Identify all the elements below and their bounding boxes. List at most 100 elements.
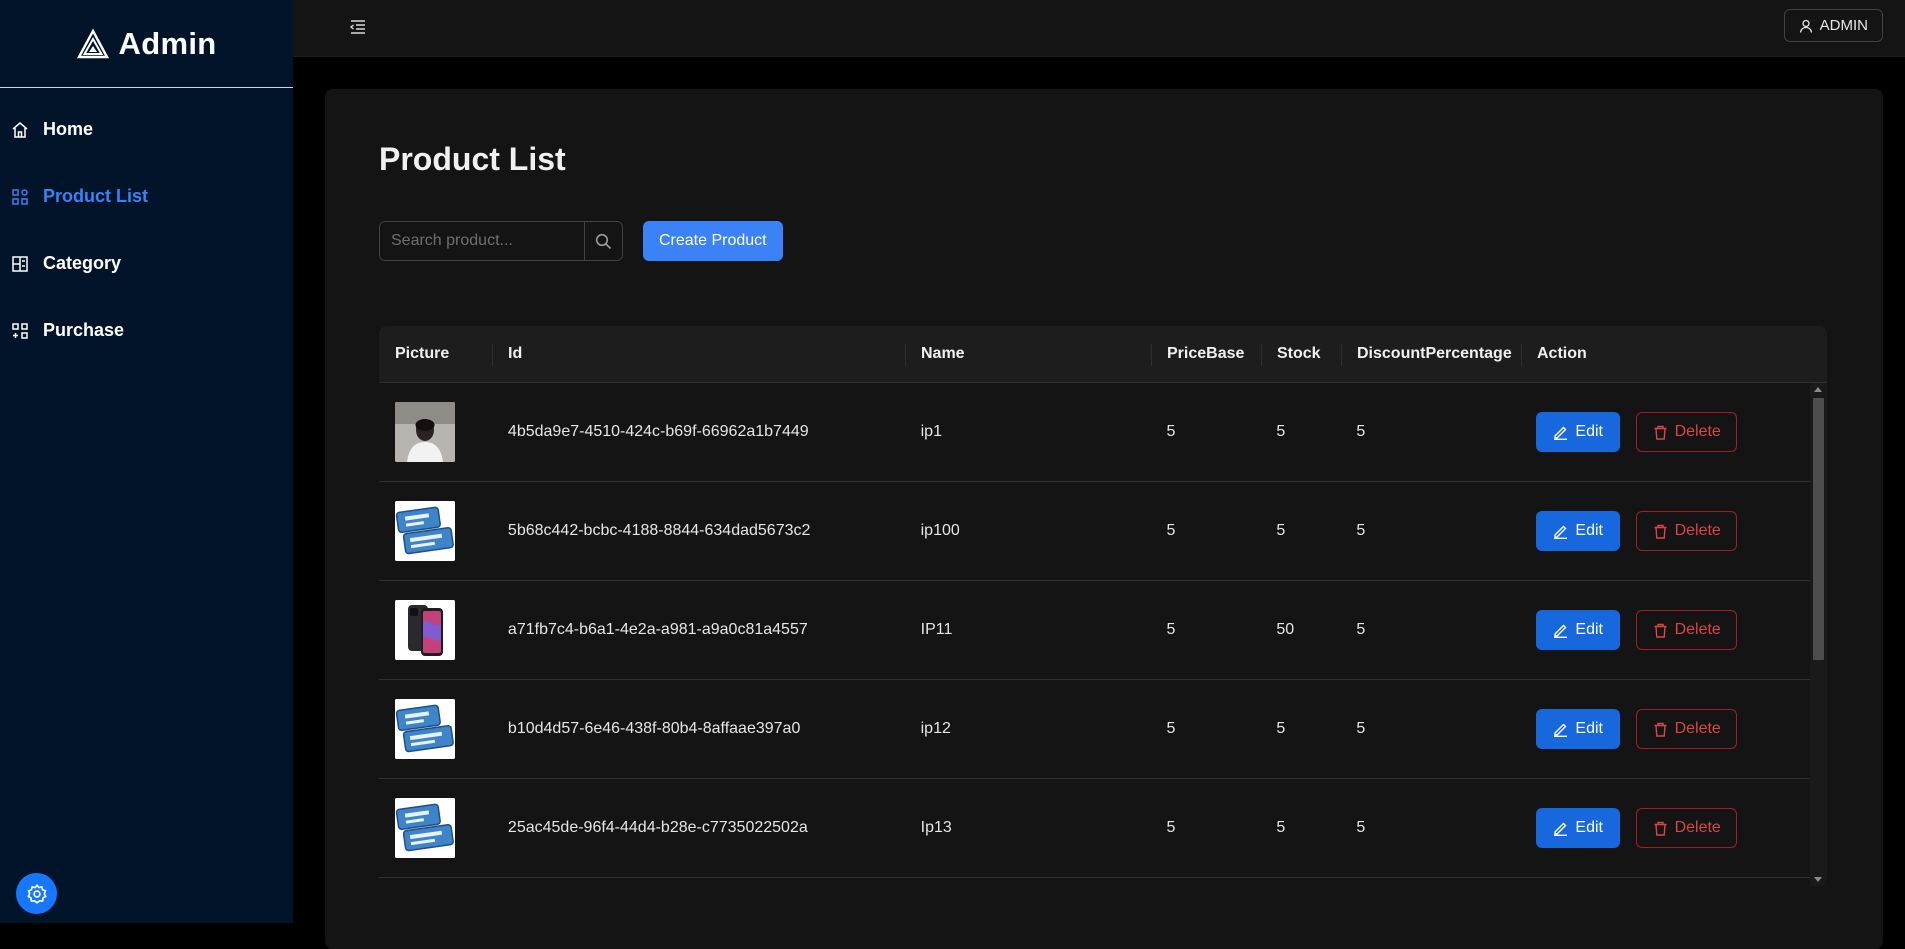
table-row: 4b5da9e7-4510-424c-b69f-66962a1b7449 ip1… — [379, 383, 1810, 482]
cell-pricebase: 5 — [1166, 423, 1176, 440]
delete-label: Delete — [1674, 522, 1721, 539]
new-product-badge-icon — [395, 798, 455, 858]
new-product-badge-icon — [395, 501, 455, 561]
delete-label: Delete — [1674, 423, 1721, 440]
column-header-name[interactable]: Name — [905, 326, 1151, 382]
product-thumbnail — [395, 699, 455, 759]
column-header-picture[interactable]: Picture — [379, 326, 492, 382]
edit-icon — [1554, 525, 1568, 539]
delete-label: Delete — [1674, 720, 1721, 737]
table-row: a71fb7c4-b6a1-4e2a-a981-a9a0c81a4557 IP1… — [379, 581, 1810, 680]
edit-label: Edit — [1575, 423, 1603, 440]
phone-photo-icon — [395, 600, 455, 660]
cell-discount: 5 — [1356, 819, 1366, 836]
product-table: Picture Id Name PriceBase Stock Discount… — [379, 326, 1827, 886]
sidebar-item-label: Purchase — [43, 320, 125, 340]
table-body: 4b5da9e7-4510-424c-b69f-66962a1b7449 ip1… — [379, 383, 1827, 886]
delete-label: Delete — [1674, 819, 1721, 836]
column-header-pricebase[interactable]: PriceBase — [1151, 326, 1261, 382]
brand-name: Admin — [118, 25, 217, 61]
product-thumbnail — [395, 402, 455, 462]
person-photo-icon — [395, 402, 455, 462]
cell-name: ip100 — [920, 522, 960, 539]
cell-pricebase: 5 — [1166, 819, 1176, 836]
sidebar-item-label: Home — [43, 119, 94, 139]
brand[interactable]: Admin — [0, 0, 293, 88]
trash-icon — [1654, 425, 1667, 440]
search-button[interactable] — [584, 222, 622, 260]
product-list-icon — [12, 188, 28, 205]
edit-button[interactable]: Edit — [1536, 511, 1621, 551]
sidebar: Admin Home Product List Category Purchas… — [0, 0, 293, 923]
edit-button[interactable]: Edit — [1536, 610, 1621, 650]
logo-icon — [76, 27, 109, 58]
cell-name: ip12 — [920, 720, 951, 737]
table-row: 5b68c442-bcbc-4188-8844-634dad5673c2 ip1… — [379, 482, 1810, 581]
delete-button[interactable]: Delete — [1636, 808, 1738, 848]
cell-stock: 5 — [1276, 720, 1286, 737]
cell-stock: 5 — [1276, 423, 1286, 440]
edit-label: Edit — [1575, 819, 1603, 836]
cell-id: a71fb7c4-b6a1-4e2a-a981-a9a0c81a4557 — [507, 621, 808, 638]
edit-button[interactable]: Edit — [1536, 808, 1621, 848]
cell-id: 25ac45de-96f4-44d4-b28e-c7735022502a — [507, 819, 808, 836]
main-content: Product List Create Product Picture Id N… — [325, 89, 1883, 949]
cell-pricebase: 5 — [1166, 720, 1176, 737]
table-scrollbar[interactable] — [1810, 383, 1827, 886]
cell-discount: 5 — [1356, 522, 1366, 539]
cell-discount: 5 — [1356, 621, 1366, 638]
column-header-id[interactable]: Id — [492, 326, 905, 382]
column-header-stock[interactable]: Stock — [1261, 326, 1341, 382]
delete-button[interactable]: Delete — [1636, 610, 1738, 650]
purchase-icon — [12, 322, 28, 339]
sidebar-item-purchase[interactable]: Purchase — [0, 297, 293, 364]
sidebar-item-home[interactable]: Home — [0, 96, 293, 163]
cell-id: 5b68c442-bcbc-4188-8844-634dad5673c2 — [507, 522, 811, 539]
column-header-action: Action — [1521, 326, 1811, 382]
search-box — [379, 221, 623, 261]
cell-id: b10d4d57-6e46-438f-80b4-8affaae397a0 — [507, 720, 801, 737]
cell-pricebase: 5 — [1166, 522, 1176, 539]
edit-icon — [1554, 723, 1568, 737]
delete-label: Delete — [1674, 621, 1721, 638]
scroll-down-arrow[interactable] — [1814, 877, 1822, 882]
sidebar-item-label: Category — [43, 253, 122, 273]
cell-stock: 5 — [1276, 522, 1286, 539]
product-thumbnail — [395, 501, 455, 561]
table-header: Picture Id Name PriceBase Stock Discount… — [379, 326, 1827, 383]
search-input[interactable] — [380, 222, 584, 260]
edit-label: Edit — [1575, 522, 1603, 539]
table-row: b10d4d57-6e46-438f-80b4-8affaae397a0 ip1… — [379, 680, 1810, 779]
delete-button[interactable]: Delete — [1636, 709, 1738, 749]
settings-button[interactable] — [16, 873, 57, 914]
menu-toggle-button[interactable] — [346, 15, 370, 39]
edit-button[interactable]: Edit — [1536, 709, 1621, 749]
cell-stock: 5 — [1276, 819, 1286, 836]
trash-icon — [1654, 524, 1667, 539]
sidebar-item-category[interactable]: Category — [0, 230, 293, 297]
delete-button[interactable]: Delete — [1636, 511, 1738, 551]
cell-id: 4b5da9e7-4510-424c-b69f-66962a1b7449 — [507, 423, 809, 440]
column-header-discount[interactable]: DiscountPercentage — [1341, 326, 1521, 382]
trash-icon — [1654, 623, 1667, 638]
edit-button[interactable]: Edit — [1536, 412, 1621, 452]
cell-name: IP11 — [920, 621, 953, 638]
product-thumbnail — [395, 798, 455, 858]
scroll-up-arrow[interactable] — [1814, 387, 1822, 392]
cell-stock: 50 — [1276, 621, 1295, 638]
create-product-button[interactable]: Create Product — [643, 221, 783, 261]
sidebar-nav: Home Product List Category Purchase — [0, 88, 293, 364]
scrollbar-thumb[interactable] — [1813, 398, 1824, 660]
user-menu-button[interactable]: ADMIN — [1783, 9, 1883, 42]
delete-button[interactable]: Delete — [1636, 412, 1738, 452]
edit-icon — [1554, 822, 1568, 836]
user-menu-label: ADMIN — [1819, 17, 1868, 34]
search-icon — [595, 233, 612, 249]
edit-label: Edit — [1575, 720, 1603, 737]
product-thumbnail — [395, 600, 455, 660]
cell-name: Ip13 — [920, 819, 952, 836]
home-icon — [12, 121, 28, 138]
sidebar-item-product-list[interactable]: Product List — [0, 163, 293, 230]
page-title: Product List — [379, 141, 566, 177]
trash-icon — [1654, 722, 1667, 737]
